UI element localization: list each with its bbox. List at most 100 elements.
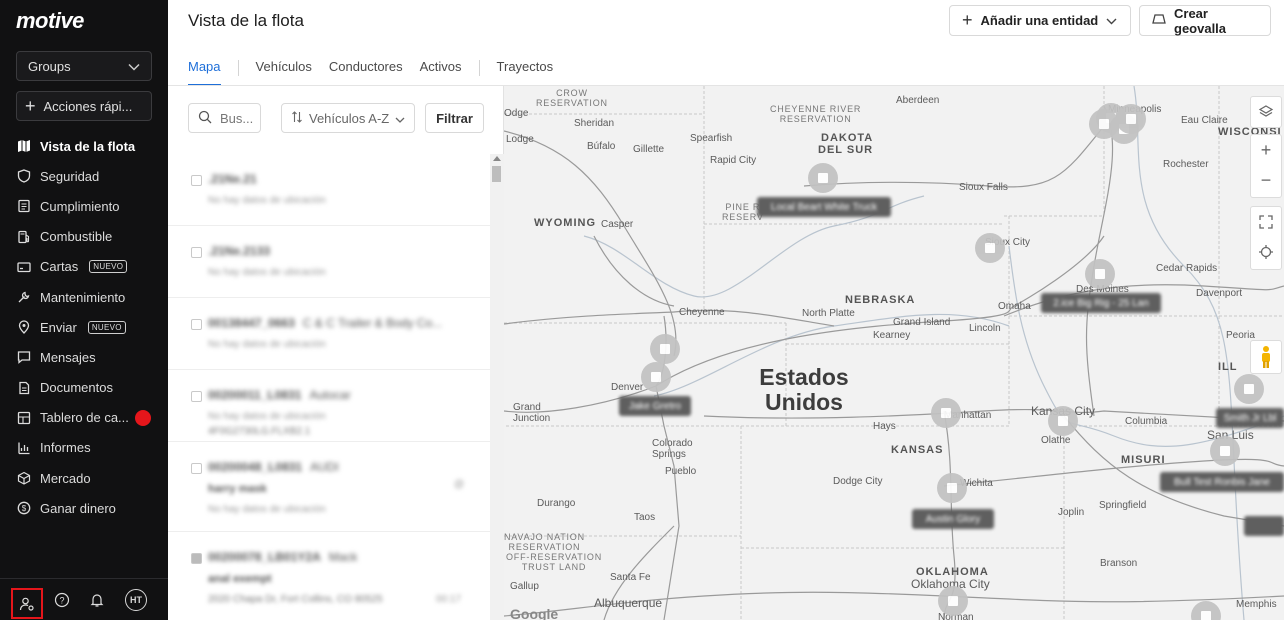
vehicle-marker[interactable] (1210, 436, 1240, 466)
row-checkbox[interactable] (191, 553, 202, 564)
row-checkbox[interactable] (191, 175, 202, 186)
add-entity-label: Añadir una entidad (980, 13, 1099, 28)
vehicle-status: No hay datos de ubicación (208, 267, 326, 278)
vehicle-marker[interactable] (937, 473, 967, 503)
vehicle-marker[interactable] (975, 233, 1005, 263)
scrollbar-thumb[interactable] (492, 166, 501, 182)
search-placeholder: Bus... (220, 110, 254, 126)
user-settings-button[interactable] (11, 588, 43, 619)
vehicle-name-tag[interactable]: Bull Test Ronbis Jane (1160, 472, 1284, 492)
sidebar-item-reports[interactable]: Informes (0, 433, 168, 463)
sidebar-item-safety[interactable]: Seguridad (0, 161, 168, 191)
sidebar-item-cards[interactable]: Cartas NUEVO (0, 252, 168, 282)
sidebar-item-label: Cartas (40, 259, 79, 275)
sidebar-item-label: Documentos (40, 380, 113, 396)
street-view-pegman[interactable] (1250, 340, 1282, 374)
list-item[interactable]: 00138447_0663 C & C Trailer & Body Co... … (168, 298, 490, 370)
vehicle-marker[interactable] (808, 163, 838, 193)
sidebar-item-label: Mensajes (40, 349, 96, 365)
vehicle-marker[interactable] (1085, 259, 1115, 289)
reservation-label: CHEYENNE RIVER RESERVATION (770, 104, 861, 124)
pegman-icon (1262, 346, 1270, 368)
state-label: DAKOTA (821, 132, 874, 144)
vehicle-name-tag[interactable]: Jake Gretro (619, 396, 691, 416)
vehicle-marker[interactable] (1116, 104, 1146, 134)
list-item[interactable]: 00200048_L0831 AUDI harry mask No hay dat… (168, 442, 490, 532)
state-label: ILL (1218, 361, 1238, 373)
list-item[interactable]: 00200011_L0831 Autocar No hay datos de ub… (168, 370, 490, 442)
sidebar-item-earn-money[interactable]: $ Ganar dinero (0, 493, 168, 523)
view-controls (1250, 206, 1282, 270)
fullscreen-icon (1259, 215, 1273, 229)
row-checkbox[interactable] (191, 247, 202, 258)
zoom-out-button[interactable]: − (1251, 165, 1281, 195)
city-label: Grand Island (893, 317, 951, 328)
vehicle-make: Autocar (309, 388, 351, 402)
groups-dropdown[interactable]: Groups (16, 51, 152, 81)
document-icon (17, 381, 31, 395)
vehicle-marker[interactable] (1048, 406, 1078, 436)
row-checkbox[interactable] (191, 319, 202, 330)
sidebar-item-label: Combustible (40, 229, 113, 245)
vehicle-status: No hay datos de ubicación (208, 339, 326, 350)
reservation-label-line: RESERVATION (536, 98, 608, 108)
help-button[interactable]: ? (51, 589, 73, 611)
scroll-up-arrow-icon[interactable] (493, 156, 501, 161)
sidebar-item-fleet-view[interactable]: Vista de la flota (0, 131, 168, 161)
vehicle-name-tag[interactable]: 2.ice Big Rig - 25 Lan (1041, 293, 1161, 313)
vehicle-marker[interactable] (650, 334, 680, 364)
sort-dropdown[interactable]: Vehículos A-Z (281, 103, 415, 133)
sidebar-item-marketplace[interactable]: Mercado (0, 463, 168, 493)
tab-drivers[interactable]: Conductores (329, 50, 403, 86)
vehicle-name-tag[interactable]: Local Beart White Truck (757, 197, 891, 217)
row-checkbox[interactable] (191, 391, 202, 402)
list-item[interactable]: .21Ne.21 No hay datos de ubicación (168, 154, 490, 226)
avatar[interactable]: HT (125, 589, 147, 611)
vehicle-marker[interactable] (938, 586, 968, 616)
vehicle-name-tag[interactable]: Austin Glory (912, 509, 994, 529)
chevron-down-icon (1106, 13, 1117, 28)
create-geofence-button[interactable]: Crear geovalla (1139, 5, 1271, 36)
list-item[interactable]: .21Ne.2133 No hay datos de ubicación (168, 226, 490, 298)
tab-assets[interactable]: Activos (420, 50, 462, 86)
vehicle-name: 00200078_LB01Y2A Mack (208, 550, 357, 564)
sidebar-item-label: Mantenimiento (40, 289, 126, 305)
tab-vehicles[interactable]: Vehículos (256, 50, 312, 86)
chart-icon (17, 441, 31, 455)
tab-map[interactable]: Mapa (188, 50, 221, 86)
list-scrollbar[interactable] (490, 154, 504, 620)
row-checkbox[interactable] (191, 463, 202, 474)
sidebar-item-fuel[interactable]: Combustible (0, 222, 168, 252)
vehicle-marker[interactable] (1234, 374, 1264, 404)
map-layers-button[interactable] (1250, 96, 1282, 128)
plus-icon: + (25, 96, 36, 116)
vehicle-marker[interactable] (641, 362, 671, 392)
city-label: Dodge City (833, 476, 883, 487)
state-label: DEL SUR (818, 144, 874, 156)
city-label: Colorado Springs (652, 438, 693, 460)
sidebar-item-dashboard[interactable]: Tablero de ca... (0, 403, 168, 433)
add-entity-button[interactable]: + Añadir una entidad (949, 5, 1131, 36)
list-item[interactable]: 00200078_LB01Y2A Mack anal exempt 2020 Ch… (168, 532, 490, 620)
reservation-label-line: TRUST LAND (521, 562, 587, 572)
locate-button[interactable] (1251, 237, 1281, 267)
zoom-in-button[interactable]: + (1251, 135, 1281, 165)
notifications-button[interactable] (86, 589, 108, 611)
chevron-down-icon (395, 111, 405, 126)
filter-button[interactable]: Filtrar (425, 103, 484, 133)
sidebar-item-compliance[interactable]: Cumplimiento (0, 191, 168, 221)
quick-actions-button[interactable]: + Acciones rápi... (16, 91, 152, 121)
sidebar-item-messages[interactable]: Mensajes (0, 342, 168, 372)
vehicle-name-tag[interactable] (1244, 516, 1284, 536)
sidebar-item-maintenance[interactable]: Mantenimiento (0, 282, 168, 312)
vehicle-make: AUDI (310, 460, 339, 474)
fleet-map[interactable]: CROW RESERVATION CHEYENNE RIVER RESERVATIO… (504, 86, 1284, 620)
vehicle-marker[interactable] (931, 398, 961, 428)
search-input[interactable]: Bus... (188, 103, 261, 133)
sidebar-item-dispatch[interactable]: Enviar NUEVO (0, 312, 168, 342)
vehicle-name-tag[interactable]: Smith Jr Lbl (1216, 408, 1284, 428)
motive-logo[interactable]: motive (16, 8, 84, 34)
fullscreen-button[interactable] (1251, 207, 1281, 237)
sidebar-item-documents[interactable]: Documentos (0, 373, 168, 403)
tab-trips[interactable]: Trayectos (497, 50, 554, 86)
